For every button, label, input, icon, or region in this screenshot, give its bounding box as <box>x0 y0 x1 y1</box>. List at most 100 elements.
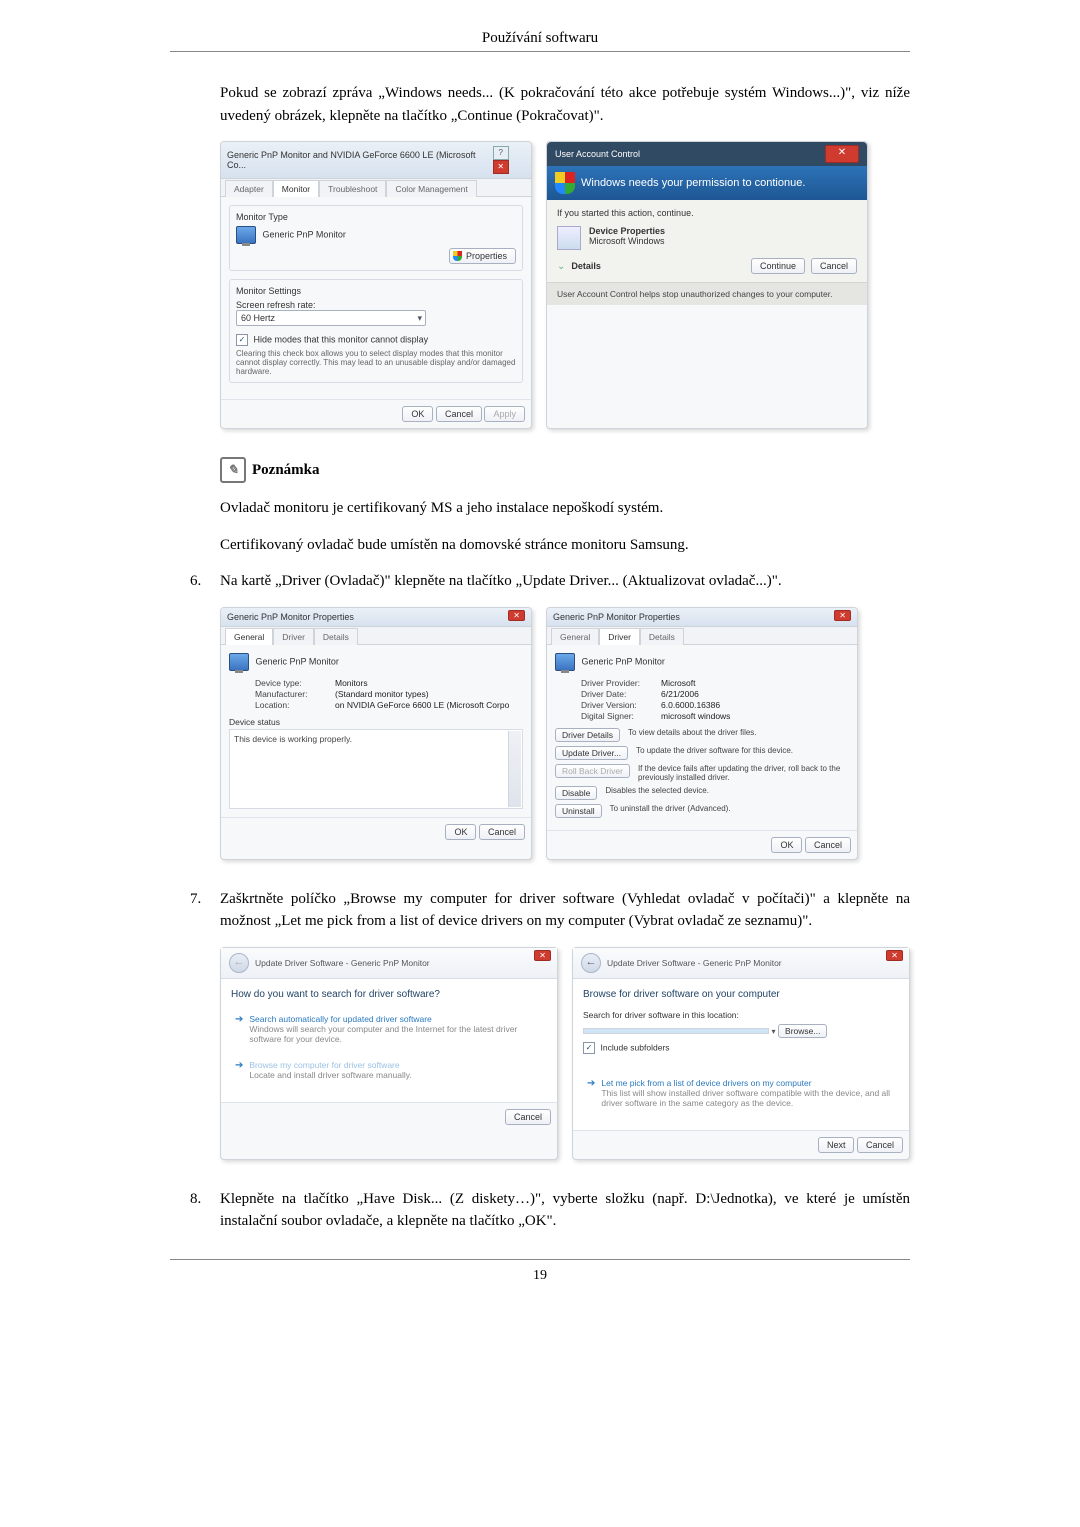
action-desc: To view details about the driver files. <box>628 728 849 737</box>
device-status-label: Device status <box>229 717 523 727</box>
update-driver-wizard-browse: ✕ ← Update Driver Software - Generic PnP… <box>572 947 910 1160</box>
uac-message: Windows needs your permission to contion… <box>581 177 805 189</box>
device-properties-general: Generic PnP Monitor Properties ✕ General… <box>220 607 532 860</box>
uac-title: User Account Control <box>555 149 640 159</box>
option-title: Let me pick from a list of device driver… <box>601 1078 895 1088</box>
device-properties-driver: Generic PnP Monitor Properties ✕ General… <box>546 607 858 860</box>
action-desc: Disables the selected device. <box>605 786 849 795</box>
option-pick-from-list[interactable]: ➔ Let me pick from a list of device driv… <box>583 1074 899 1112</box>
location-label: Search for driver software in this locat… <box>583 1010 899 1020</box>
ok-button[interactable]: OK <box>771 837 802 853</box>
page-header: Používání softwaru <box>170 30 910 52</box>
kv-val: (Standard monitor types) <box>335 689 429 699</box>
kv-key: Device type: <box>255 678 335 688</box>
tab-details[interactable]: Details <box>314 628 358 645</box>
include-subfolders-checkbox[interactable]: ✓ <box>583 1042 595 1054</box>
note-p1: Ovladač monitoru je certifikovaný MS a j… <box>220 497 910 520</box>
uac-footer: User Account Control helps stop unauthor… <box>547 282 867 305</box>
close-icon[interactable]: ✕ <box>534 950 551 961</box>
step-number: 8. <box>190 1188 220 1233</box>
note-label: Poznámka <box>252 462 320 479</box>
page-number: 19 <box>170 1259 910 1284</box>
driver-details-button[interactable]: Driver Details <box>555 728 620 742</box>
chevron-down-icon[interactable]: ⌄ <box>557 261 565 272</box>
step7-text: Zaškrtněte políčko „Browse my computer f… <box>220 888 910 933</box>
tab-details[interactable]: Details <box>640 628 684 645</box>
update-driver-button[interactable]: Update Driver... <box>555 746 628 760</box>
action-desc: To update the driver software for this d… <box>636 746 849 755</box>
option-sub: Locate and install driver software manua… <box>249 1070 411 1080</box>
uac-subtext: If you started this action, continue. <box>557 208 857 218</box>
uac-app-vendor: Microsoft Windows <box>589 236 665 246</box>
hide-modes-checkbox[interactable]: ✓ <box>236 334 248 346</box>
browse-button[interactable]: Browse... <box>778 1024 827 1038</box>
location-input[interactable] <box>583 1028 769 1034</box>
kv-val: on NVIDIA GeForce 6600 LE (Microsoft Cor… <box>335 700 509 710</box>
cancel-button[interactable]: Cancel <box>857 1137 903 1153</box>
refresh-rate-label: Screen refresh rate: <box>236 300 516 310</box>
uninstall-button[interactable]: Uninstall <box>555 804 602 818</box>
option-browse-computer[interactable]: ➔ Browse my computer for driver software… <box>231 1056 547 1084</box>
cancel-button[interactable]: Cancel <box>505 1109 551 1125</box>
properties-button[interactable]: Properties <box>449 248 516 264</box>
rollback-driver-button[interactable]: Roll Back Driver <box>555 764 630 778</box>
update-driver-wizard-search: ✕ ← Update Driver Software - Generic PnP… <box>220 947 558 1160</box>
app-icon <box>557 226 581 250</box>
option-sub: Windows will search your computer and th… <box>249 1024 543 1044</box>
tab-general[interactable]: General <box>225 628 273 645</box>
tab-general[interactable]: General <box>551 628 599 645</box>
kv-val: 6/21/2006 <box>661 689 699 699</box>
cancel-button[interactable]: Cancel <box>436 406 482 422</box>
note-p2: Certifikovaný ovladač bude umístěn na do… <box>220 534 910 557</box>
option-search-auto[interactable]: ➔ Search automatically for updated drive… <box>231 1010 547 1048</box>
tab-color-management[interactable]: Color Management <box>386 180 476 197</box>
tab-troubleshoot[interactable]: Troubleshoot <box>319 180 386 197</box>
tab-adapter[interactable]: Adapter <box>225 180 273 197</box>
apply-button[interactable]: Apply <box>484 406 525 422</box>
monitor-icon <box>555 653 575 671</box>
close-icon[interactable]: ✕ <box>834 610 851 621</box>
ok-button[interactable]: OK <box>402 406 433 422</box>
step6-text: Na kartě „Driver (Ovladač)" klepněte na … <box>220 570 910 593</box>
ok-button[interactable]: OK <box>445 824 476 840</box>
close-icon[interactable]: ✕ <box>886 950 903 961</box>
kv-key: Driver Version: <box>581 700 661 710</box>
step8-text: Klepněte na tlačítko „Have Disk... (Z di… <box>220 1188 910 1233</box>
back-icon[interactable]: ← <box>229 953 249 973</box>
refresh-rate-select[interactable]: 60 Hertz <box>236 310 426 326</box>
uac-app-name: Device Properties <box>589 226 665 236</box>
close-icon[interactable]: ✕ <box>508 610 525 621</box>
note-icon: ✎ <box>220 457 246 483</box>
monitor-properties-dialog: Generic PnP Monitor and NVIDIA GeForce 6… <box>220 141 532 429</box>
kv-val: microsoft windows <box>661 711 730 721</box>
monitor-settings-label: Monitor Settings <box>236 286 516 296</box>
intro-paragraph: Pokud se zobrazí zpráva „Windows needs..… <box>170 82 910 127</box>
dialog-title: Generic PnP Monitor Properties <box>227 612 354 622</box>
monitor-type-label: Monitor Type <box>236 212 516 222</box>
disable-button[interactable]: Disable <box>555 786 597 800</box>
device-status-box: This device is working properly. <box>229 729 523 809</box>
device-name: Generic PnP Monitor <box>582 656 665 666</box>
monitor-icon <box>236 226 256 244</box>
tab-monitor[interactable]: Monitor <box>273 180 319 197</box>
hide-modes-label: Hide modes that this monitor cannot disp… <box>254 334 429 344</box>
shield-icon <box>555 172 575 194</box>
kv-key: Driver Date: <box>581 689 661 699</box>
monitor-name: Generic PnP Monitor <box>263 229 346 239</box>
next-button[interactable]: Next <box>818 1137 855 1153</box>
tabs-row: Adapter Monitor Troubleshoot Color Manag… <box>221 179 531 197</box>
option-title: Browse my computer for driver software <box>249 1060 411 1070</box>
option-sub: This list will show installed driver sof… <box>601 1088 895 1108</box>
tab-driver[interactable]: Driver <box>273 628 314 645</box>
close-icon[interactable]: ✕ <box>825 145 859 163</box>
continue-button[interactable]: Continue <box>751 258 805 274</box>
hide-modes-desc: Clearing this check box allows you to se… <box>236 349 516 376</box>
details-toggle[interactable]: Details <box>571 261 745 271</box>
back-icon[interactable]: ← <box>581 953 601 973</box>
uac-cancel-button[interactable]: Cancel <box>811 258 857 274</box>
cancel-button[interactable]: Cancel <box>805 837 851 853</box>
tab-driver[interactable]: Driver <box>599 628 640 645</box>
cancel-button[interactable]: Cancel <box>479 824 525 840</box>
kv-val: Microsoft <box>661 678 695 688</box>
wizard-crumb: Update Driver Software - Generic PnP Mon… <box>607 958 782 968</box>
